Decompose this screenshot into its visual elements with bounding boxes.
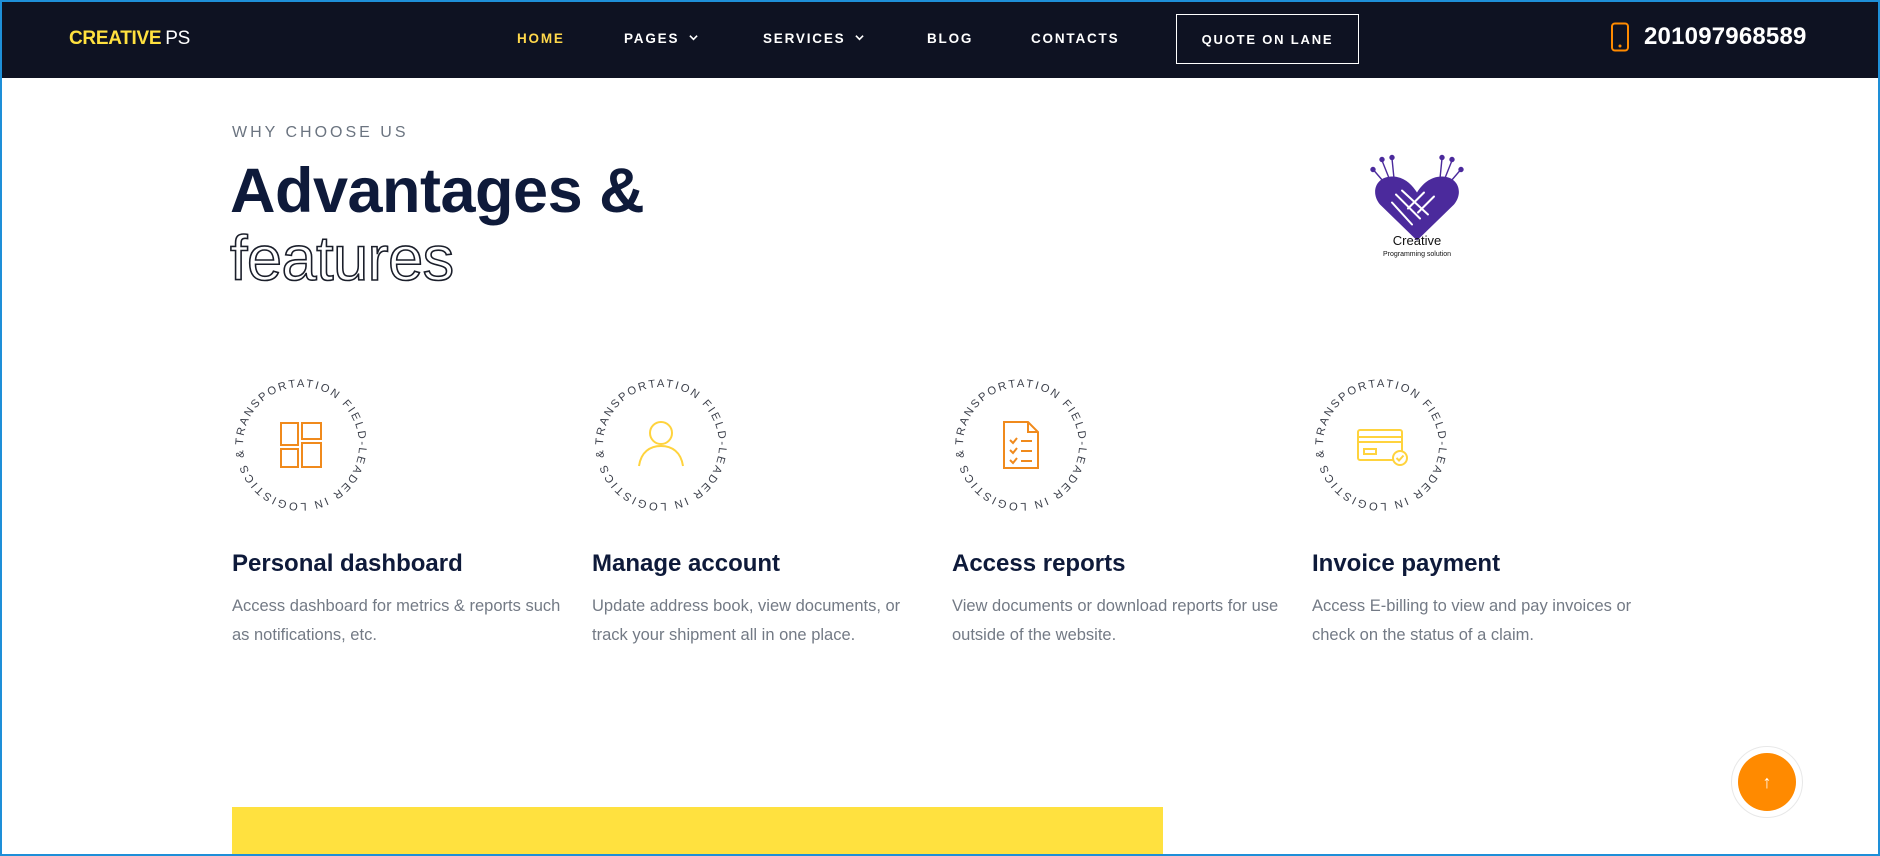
section-eyebrow: WHY CHOOSE US [232,124,409,141]
nav-item-label: HOME [517,31,565,46]
report-icon [1003,421,1039,469]
nav-item-label: BLOG [927,31,974,46]
top-navbar: CREATIVE PS HOME PAGES SERVICES BLOG CONT… [0,0,1880,78]
nav-item-label: SERVICES [763,31,846,46]
brand-tagline: Programming solution [1382,251,1452,258]
user-icon [638,421,684,467]
nav-item-label: CONTACTS [1031,31,1120,46]
svg-text:TRANSPORTATION FIELD-LEADER IN: TRANSPORTATION FIELD-LEADER IN LOGISTICS… [954,378,1088,512]
badge-ring-text: TRANSPORTATION FIELD-LEADER IN LOGISTICS… [954,378,1086,512]
nav-item-home[interactable]: HOME [517,31,565,46]
feature-description: Access E-billing to view and pay invoice… [1312,597,1632,644]
feature-title: Invoice payment [1312,550,1501,577]
brand-name: Creative [1392,233,1442,248]
svg-text:TRANSPORTATION FIELD-LEADER IN: TRANSPORTATION FIELD-LEADER IN LOGISTICS… [1314,378,1448,512]
logo-text-secondary: PS [165,28,191,49]
arrow-up-icon: ↑ [1738,753,1796,811]
feature-description: Update address book, view documents, or … [592,597,901,644]
feature-title: Personal dashboard [232,550,463,577]
section-title: Advantages & [230,156,645,226]
feature-description: View documents or download reports for u… [952,597,1279,644]
site-logo[interactable]: CREATIVE PS [69,28,190,50]
phone-number: 201097968589 [1644,23,1807,50]
nav-item-blog[interactable]: BLOG [927,31,973,46]
feature-title: Access reports [952,550,1126,577]
yellow-banner [232,807,1163,856]
feature-title: Manage account [592,550,781,577]
phone-icon [1611,22,1629,52]
feature-description: Access dashboard for metrics & reports s… [232,597,561,644]
badge-ring-text: TRANSPORTATION FIELD-LEADER IN LOGISTICS… [1314,378,1446,512]
logo-text-primary: CREATIVE [69,28,162,49]
feature-badge: TRANSPORTATION FIELD-LEADER IN LOGISTICS… [234,378,368,512]
nav-item-services[interactable]: SERVICES [763,31,865,46]
chevron-down-icon [689,34,698,40]
quote-on-lane-button[interactable]: QUOTE ON LANE [1176,14,1359,64]
nav-item-contacts[interactable]: CONTACTS [1031,31,1119,46]
phone-contact[interactable]: 201097968589 [1610,22,1807,52]
section-title-outline: features [229,224,455,294]
chevron-down-icon [855,34,865,40]
nav-item-pages[interactable]: PAGES [624,31,698,46]
credit-card-icon [1357,429,1408,466]
badge-ring-text: TRANSPORTATION FIELD-LEADER IN LOGISTICS… [234,378,366,512]
nav-item-label: PAGES [624,31,680,46]
scroll-to-top-button[interactable]: ↑ [1731,746,1803,818]
feature-badge: TRANSPORTATION FIELD-LEADER IN LOGISTICS… [1314,378,1448,512]
feature-badge: TRANSPORTATION FIELD-LEADER IN LOGISTICS… [954,378,1088,512]
dashboard-icon [280,422,322,468]
feature-badge: TRANSPORTATION FIELD-LEADER IN LOGISTICS… [594,378,726,512]
svg-text:TRANSPORTATION FIELD-LEADER IN: TRANSPORTATION FIELD-LEADER IN LOGISTICS… [234,378,368,512]
